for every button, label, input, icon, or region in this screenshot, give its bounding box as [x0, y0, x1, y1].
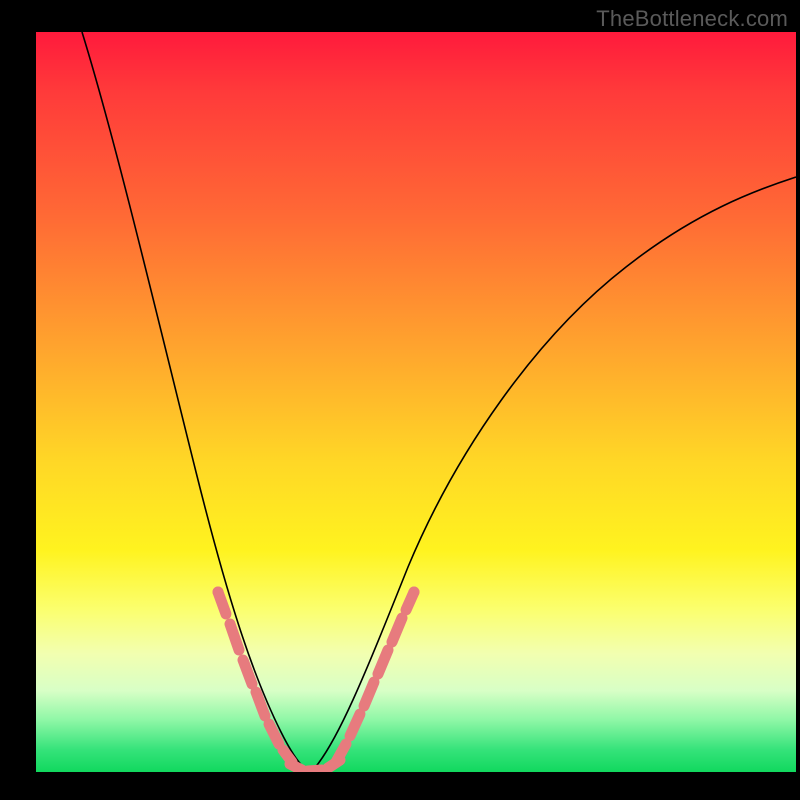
chart-svg: [36, 32, 796, 772]
highlight-dot: [409, 587, 420, 598]
watermark-text: TheBottleneck.com: [596, 6, 788, 32]
chart-frame: TheBottleneck.com: [0, 0, 800, 800]
highlight-dot: [213, 587, 224, 598]
highlight-right: [336, 592, 414, 762]
plot-area: [36, 32, 796, 772]
right-curve: [311, 177, 796, 772]
highlight-left: [218, 592, 292, 762]
left-curve: [82, 32, 311, 772]
